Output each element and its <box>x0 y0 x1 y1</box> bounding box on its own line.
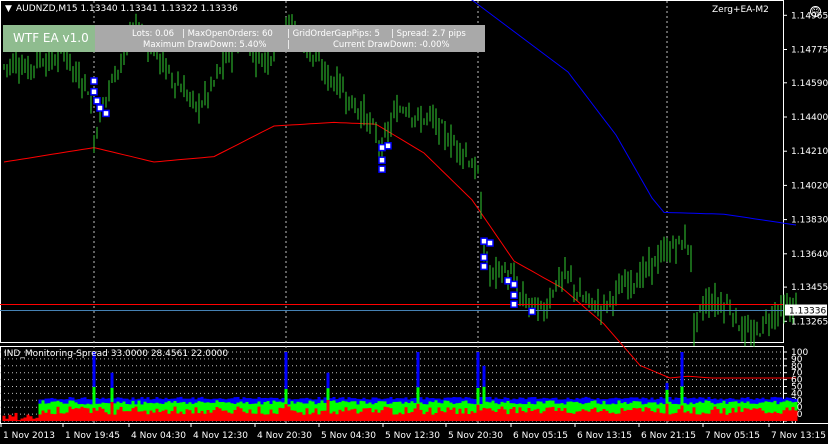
ea-current-drawdown: Current DrawDown: -0.00% <box>333 40 450 50</box>
time-tick-label-1: 1 Nov 19:45 <box>65 431 120 440</box>
ea-sep: | <box>287 40 290 50</box>
time-tick-label-6: 5 Nov 12:30 <box>385 431 440 440</box>
ea-badge: Zerg+EA-M2 <box>712 5 769 15</box>
price-tick-label-9: 1.13265 <box>791 317 828 327</box>
order-marker <box>510 291 518 299</box>
order-marker <box>384 142 392 150</box>
order-marker <box>102 109 110 118</box>
time-tick-label-10: 6 Nov 21:15 <box>641 431 696 440</box>
order-marker <box>528 307 536 316</box>
time-tick-label-2: 4 Nov 04:30 <box>131 431 186 440</box>
ea-max-open-orders: | MaxOpenOrders: 60 <box>182 29 273 39</box>
order-marker <box>96 104 104 112</box>
ea-title: WTF EA v1.0 <box>13 31 89 45</box>
order-marker <box>510 300 518 308</box>
time-tick-label-5: 5 Nov 04:30 <box>321 431 376 440</box>
chart-window[interactable]: 1.14965 1.14775 1.14590 1.14400 1.14210 1.140… <box>0 0 828 441</box>
price-tick-label-1: 1.14775 <box>791 46 828 56</box>
time-tick-label-9: 6 Nov 13:15 <box>577 431 632 440</box>
time-tick-label-11: 7 Nov 05:15 <box>705 431 760 440</box>
chart-canvas[interactable]: 1.149651.147751.145901.144001.142101.140… <box>0 0 828 441</box>
price-tick-label-8: 1.13455 <box>791 283 828 293</box>
header-dropdown-icon[interactable]: ▼ <box>5 4 12 15</box>
symbol-header: AUDNZD,M15 1.13340 1.13341 1.13322 1.133… <box>16 4 238 14</box>
indicator-label: IND_Monitoring-Spread 33.0000 28.4561 22… <box>4 349 229 359</box>
order-marker <box>486 239 494 247</box>
order-marker <box>378 143 386 152</box>
ea-info-panel: WTF EA v1.0 Lots: 0.06 | MaxOpenOrders: … <box>3 25 485 52</box>
time-tick-label-7: 5 Nov 20:30 <box>448 431 503 440</box>
order-marker <box>504 277 512 285</box>
price-tick-label-5: 1.14020 <box>791 181 828 191</box>
price-tick-label-3: 1.14400 <box>791 113 828 123</box>
time-tick-label-8: 6 Nov 05:15 <box>513 431 568 440</box>
ea-grid-gap: | GridOrderGapPips: 5 <box>287 29 380 39</box>
current-price-label: 1.13336 <box>789 307 826 317</box>
ea-max-drawdown: Maximum DrawDown: 5.40% <box>143 40 267 50</box>
ea-spread: | Spread: 2.7 pips <box>391 29 466 39</box>
ma-fast-line <box>3 121 796 379</box>
order-marker <box>480 253 488 262</box>
price-tick-label-2: 1.14590 <box>791 79 828 89</box>
ea-lots: Lots: 0.06 <box>132 29 175 39</box>
price-tick-label-6: 1.13830 <box>791 216 828 226</box>
time-tick-label-4: 4 Nov 20:30 <box>257 431 312 440</box>
order-marker <box>90 88 98 96</box>
order-marker <box>378 156 386 164</box>
time-tick-label-0: 1 Nov 2013 <box>3 431 55 440</box>
time-tick-label-3: 4 Nov 12:30 <box>193 431 248 440</box>
price-tick-label-4: 1.14210 <box>791 147 828 157</box>
order-marker <box>480 262 488 271</box>
time-tick-label-12: 7 Nov 13:15 <box>771 431 826 440</box>
price-tick-label-7: 1.13640 <box>791 250 828 260</box>
order-marker <box>378 165 386 173</box>
order-marker <box>90 77 98 85</box>
order-marker <box>510 280 518 289</box>
order-marker <box>93 97 101 105</box>
smiley-icon[interactable]: ☺ <box>810 6 821 17</box>
order-marker <box>480 237 488 245</box>
